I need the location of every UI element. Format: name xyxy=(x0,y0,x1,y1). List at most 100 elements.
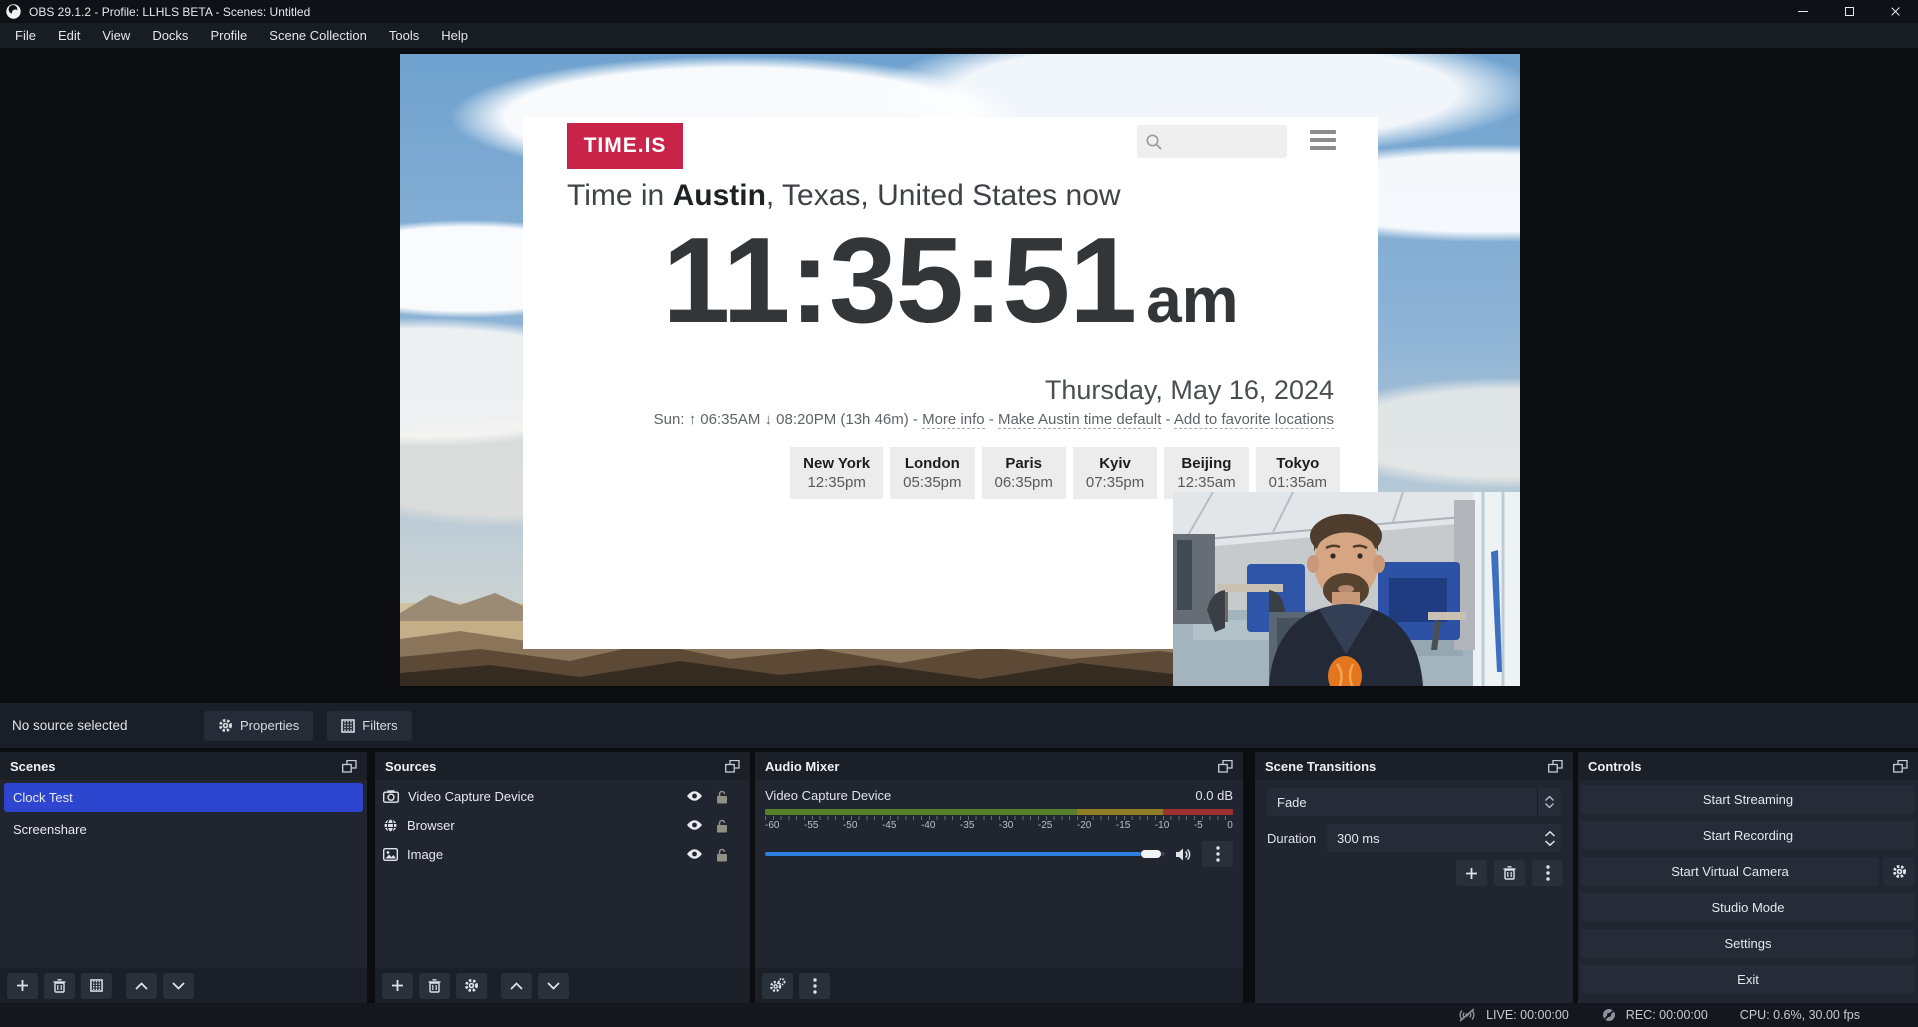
city-card-kyiv[interactable]: Kyiv07:35pm xyxy=(1073,447,1157,499)
gear-icon xyxy=(1892,864,1907,879)
transitions-dock-title: Scene Transitions xyxy=(1265,759,1376,774)
controls-dock: Controls Start Streaming Start Recording… xyxy=(1578,752,1918,1003)
popout-icon[interactable] xyxy=(342,760,357,773)
menu-item-scene-collection[interactable]: Scene Collection xyxy=(258,23,378,48)
scene-transitions-dock: Scene Transitions Fade Duration 300 ms xyxy=(1255,752,1573,1003)
source-properties-button[interactable] xyxy=(456,973,487,999)
live-inactive-icon xyxy=(1457,1007,1477,1023)
clock-ampm: am xyxy=(1146,264,1239,336)
titlebar: OBS 29.1.2 - Profile: LLHLS BETA - Scene… xyxy=(0,0,1918,23)
lock-icon[interactable] xyxy=(716,790,728,804)
search-icon xyxy=(1145,133,1163,151)
window-controls xyxy=(1780,0,1918,23)
audio-mixer-dock-title: Audio Mixer xyxy=(765,759,839,774)
start-streaming-button[interactable]: Start Streaming xyxy=(1581,785,1915,814)
mixer-level-db: 0.0 dB xyxy=(1195,788,1233,803)
audio-mixer-dock: Audio Mixer Video Capture Device 0.0 dB … xyxy=(755,752,1243,1003)
city-card-tokyo[interactable]: Tokyo01:35am xyxy=(1256,447,1340,499)
start-virtual-camera-button[interactable]: Start Virtual Camera xyxy=(1581,857,1879,886)
move-scene-up-button[interactable] xyxy=(126,973,157,999)
remove-transition-button[interactable] xyxy=(1494,860,1525,886)
source-item-browser[interactable]: Browser xyxy=(375,813,750,838)
minimize-button[interactable] xyxy=(1780,0,1826,23)
obs-logo-icon xyxy=(6,4,21,19)
mixer-channel-menu-button[interactable] xyxy=(1202,841,1233,867)
scene-item-clock-test[interactable]: Clock Test xyxy=(4,783,363,812)
add-source-button[interactable] xyxy=(382,973,413,999)
filters-button[interactable]: Filters xyxy=(327,711,411,741)
studio-mode-button[interactable]: Studio Mode xyxy=(1581,893,1915,922)
mixer-channel-name: Video Capture Device xyxy=(765,788,891,803)
more-info-link[interactable]: More info xyxy=(922,411,985,429)
move-scene-down-button[interactable] xyxy=(163,973,194,999)
scene-item-screenshare[interactable]: Screenshare xyxy=(4,815,363,844)
program-canvas[interactable]: TIME.IS Time in Austin, Texas, United St… xyxy=(400,54,1520,686)
visibility-eye-icon[interactable] xyxy=(686,848,703,860)
city-card-beijing[interactable]: Beijing12:35am xyxy=(1164,447,1248,499)
double-gear-icon xyxy=(769,978,786,993)
globe-icon xyxy=(383,818,398,833)
properties-button[interactable]: Properties xyxy=(204,711,313,741)
combo-arrows[interactable] xyxy=(1537,788,1561,816)
remove-source-button[interactable] xyxy=(419,973,450,999)
sources-dock: Sources Video Capture Device Browser xyxy=(375,752,750,1003)
trash-icon xyxy=(53,979,66,993)
menu-item-profile[interactable]: Profile xyxy=(199,23,258,48)
settings-button[interactable]: Settings xyxy=(1581,929,1915,958)
lock-icon[interactable] xyxy=(716,819,728,833)
popout-icon[interactable] xyxy=(725,760,740,773)
city-card-london[interactable]: London05:35pm xyxy=(890,447,974,499)
kebab-menu-icon xyxy=(813,978,817,994)
page-title: Time in Austin, Texas, United States now xyxy=(567,179,1121,213)
menu-item-file[interactable]: File xyxy=(4,23,47,48)
source-toolbar: No source selected Properties Filters xyxy=(0,702,1918,748)
obs-window: OBS 29.1.2 - Profile: LLHLS BETA - Scene… xyxy=(0,0,1918,1027)
move-source-down-button[interactable] xyxy=(538,973,569,999)
duration-spinbox[interactable]: 300 ms xyxy=(1327,824,1561,852)
scenes-toolbar xyxy=(0,968,367,1003)
advanced-audio-button[interactable] xyxy=(762,973,793,999)
add-favorite-link[interactable]: Add to favorite locations xyxy=(1174,411,1334,429)
maximize-button[interactable] xyxy=(1826,0,1872,23)
add-transition-button[interactable] xyxy=(1456,860,1487,886)
menu-item-edit[interactable]: Edit xyxy=(47,23,91,48)
add-scene-button[interactable] xyxy=(7,973,38,999)
search-input[interactable] xyxy=(1137,125,1287,158)
city-card-paris[interactable]: Paris06:35pm xyxy=(982,447,1066,499)
source-item-video-capture[interactable]: Video Capture Device xyxy=(375,784,750,809)
world-cities-row: New York12:35pm London05:35pm Paris06:35… xyxy=(790,447,1340,499)
timeis-logo[interactable]: TIME.IS xyxy=(567,123,683,169)
start-recording-button[interactable]: Start Recording xyxy=(1581,821,1915,850)
city-card-newyork[interactable]: New York12:35pm xyxy=(790,447,883,499)
move-source-up-button[interactable] xyxy=(501,973,532,999)
virtual-camera-settings-button[interactable] xyxy=(1883,857,1915,886)
close-button[interactable] xyxy=(1872,0,1918,23)
popout-icon[interactable] xyxy=(1218,760,1233,773)
mixer-channel: Video Capture Device 0.0 dB -60-55-50-45… xyxy=(755,780,1243,968)
lock-icon[interactable] xyxy=(716,848,728,862)
remove-scene-button[interactable] xyxy=(44,973,75,999)
scene-filters-button[interactable] xyxy=(81,973,112,999)
menu-item-tools[interactable]: Tools xyxy=(378,23,430,48)
current-time-display: 11:35:51am xyxy=(523,213,1378,347)
popout-icon[interactable] xyxy=(1893,760,1908,773)
menu-item-docks[interactable]: Docks xyxy=(141,23,199,48)
exit-button[interactable]: Exit xyxy=(1581,965,1915,994)
transition-menu-button[interactable] xyxy=(1532,860,1563,886)
speaker-icon[interactable] xyxy=(1175,847,1192,862)
menu-item-view[interactable]: View xyxy=(91,23,141,48)
volume-slider-handle[interactable] xyxy=(1141,850,1161,858)
visibility-eye-icon[interactable] xyxy=(686,819,703,831)
spinbox-arrows[interactable] xyxy=(1539,831,1561,846)
hamburger-menu-icon[interactable] xyxy=(1310,130,1336,150)
mixer-menu-button[interactable] xyxy=(799,973,830,999)
visibility-eye-icon[interactable] xyxy=(686,790,703,802)
popout-icon[interactable] xyxy=(1548,760,1563,773)
transition-select[interactable]: Fade xyxy=(1267,788,1561,816)
source-item-image[interactable]: Image xyxy=(375,842,750,867)
cpu-fps-stats: CPU: 0.6%, 30.00 fps xyxy=(1740,1008,1860,1022)
duration-value: 300 ms xyxy=(1327,831,1539,846)
volume-slider[interactable] xyxy=(765,852,1165,856)
menu-item-help[interactable]: Help xyxy=(430,23,479,48)
make-default-link[interactable]: Make Austin time default xyxy=(998,411,1161,429)
